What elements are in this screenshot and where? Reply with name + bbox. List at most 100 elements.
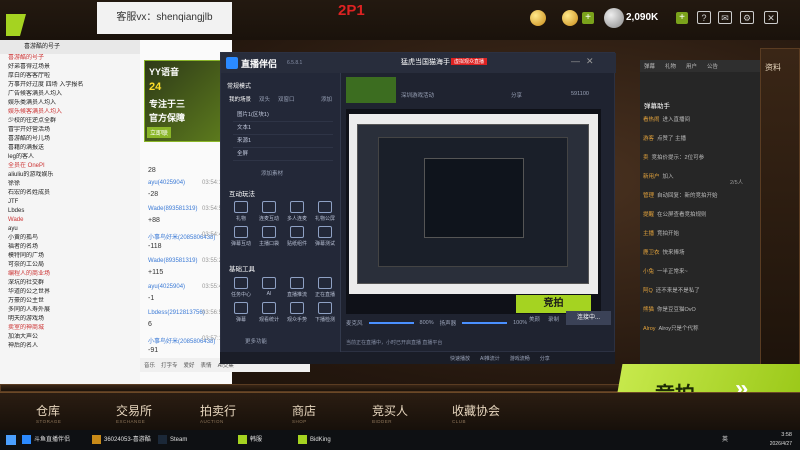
danmaku-user[interactable]: 卖 bbox=[643, 155, 649, 161]
typing-button[interactable]: 打字专 bbox=[161, 361, 178, 369]
contact-list-item[interactable]: 模特同的广场 bbox=[0, 252, 140, 261]
contact-list-item[interactable]: 徐徐 bbox=[0, 180, 140, 189]
help-icon[interactable]: ? bbox=[697, 11, 711, 24]
close-icon[interactable]: ✕ bbox=[764, 11, 778, 24]
mic-slider[interactable] bbox=[368, 322, 414, 324]
contact-list-item[interactable]: aliuliu的游戏娱乐 bbox=[0, 171, 140, 180]
danmaku-user[interactable]: 阿Q bbox=[643, 288, 653, 294]
taskbar-app[interactable]: 斗鱼直播伴侣 bbox=[22, 432, 70, 448]
danmaku-user[interactable]: 管理 bbox=[643, 193, 654, 199]
more-functions-button[interactable]: 更多功能 bbox=[245, 337, 267, 345]
contact-list-item[interactable]: 多同的人寿外展 bbox=[0, 306, 140, 315]
bottom-nav-item[interactable]: 拍卖行 AUCTION bbox=[200, 402, 260, 428]
bottom-nav-item[interactable]: 仓库 STORAGE bbox=[36, 402, 96, 428]
contact-list-item[interactable]: 华道的公之世界 bbox=[0, 288, 140, 297]
danmaku-user[interactable]: Alroy bbox=[643, 326, 656, 332]
tool-item[interactable]: 弹幕互动 bbox=[227, 226, 255, 247]
yy-button[interactable]: 立即联 bbox=[147, 127, 172, 138]
hobby-button[interactable]: 爱好 bbox=[184, 361, 195, 369]
contact-list-item[interactable]: ayu bbox=[0, 225, 140, 234]
contact-list-item[interactable]: 喜游酷的号儿场 bbox=[0, 135, 140, 144]
taskbar-app[interactable]: 韩服 bbox=[238, 432, 262, 448]
contact-list-item[interactable]: 厚白的客客厅啦 bbox=[0, 72, 140, 81]
tab-gifts[interactable]: 礼物 bbox=[665, 62, 676, 70]
danmaku-user[interactable]: 主播 bbox=[643, 231, 654, 237]
tool-item[interactable]: 任务中心 bbox=[227, 277, 255, 298]
tab-danmaku[interactable]: 弹幕 bbox=[644, 62, 655, 70]
contact-list-item[interactable]: 小黄的孤鸟 bbox=[0, 234, 140, 243]
beauty-button[interactable]: 美颜 bbox=[529, 315, 540, 323]
danmaku-user[interactable]: 熊猫 bbox=[643, 307, 654, 313]
danmaku-user[interactable]: 小兔 bbox=[643, 269, 654, 275]
add-scene-button[interactable]: 添加 bbox=[321, 95, 332, 103]
connect-button[interactable]: 连接中... bbox=[566, 311, 611, 325]
source-item[interactable]: 图片1(区块1) bbox=[233, 109, 333, 122]
tool-item[interactable]: 正在直播 bbox=[311, 277, 339, 298]
tool-item[interactable]: 观众手势 bbox=[283, 302, 311, 323]
tool-item[interactable]: 连麦互动 bbox=[255, 201, 283, 222]
status-fast-play[interactable]: 快速播放 bbox=[450, 355, 470, 362]
tab-double-window[interactable]: 双窗口 bbox=[278, 95, 295, 103]
tool-item[interactable]: 多人连麦 bbox=[283, 201, 311, 222]
record-button[interactable]: 录制 bbox=[548, 315, 559, 323]
contact-list-item[interactable]: Wade bbox=[0, 216, 140, 225]
status-ai[interactable]: AI推流计 bbox=[480, 355, 500, 362]
danmaku-user[interactable]: 鹿卫衣 bbox=[643, 250, 660, 256]
contact-list-item[interactable]: Lbdes bbox=[0, 207, 140, 216]
danmaku-user[interactable]: 游客 bbox=[643, 136, 654, 142]
source-item[interactable]: 来源1 bbox=[233, 135, 333, 148]
tab-my-scenes[interactable]: 我的场景 bbox=[229, 95, 251, 103]
contact-list-item[interactable]: 深坑的社交群 bbox=[0, 279, 140, 288]
input-language[interactable]: 英 bbox=[722, 434, 728, 443]
tool-item[interactable]: 下播检测 bbox=[311, 302, 339, 323]
bottom-nav-item[interactable]: 收藏协会 CLUB bbox=[452, 402, 512, 428]
resources-label[interactable]: 资料 bbox=[765, 62, 781, 73]
contact-list-item[interactable]: 可奈的工公局 bbox=[0, 261, 140, 270]
contact-list-item[interactable]: 编程人的商业场 bbox=[0, 270, 140, 279]
contact-list-item[interactable]: 福者的名场 bbox=[0, 243, 140, 252]
mail-icon[interactable]: ✉ bbox=[718, 11, 732, 24]
add-gold-button[interactable]: + bbox=[582, 12, 594, 24]
tab-notice[interactable]: 公告 bbox=[707, 62, 718, 70]
start-icon[interactable] bbox=[6, 435, 16, 445]
tab-users[interactable]: 用户 bbox=[686, 62, 697, 70]
share-button[interactable]: 分享 bbox=[511, 91, 522, 99]
bottom-nav-item[interactable]: 交易所 EXCHANGE bbox=[116, 402, 176, 428]
contact-list-item[interactable]: 冒宇开好营活场 bbox=[0, 126, 140, 135]
contact-list-item[interactable]: 明天的游戏场 bbox=[0, 315, 140, 324]
music-button[interactable]: 音乐 bbox=[144, 361, 155, 369]
taskbar-app[interactable]: Steam bbox=[158, 432, 187, 448]
emoji-button[interactable]: 表情 bbox=[201, 361, 212, 369]
tool-item[interactable]: 直播推流 bbox=[283, 277, 311, 298]
tool-item[interactable]: 弹幕 bbox=[227, 302, 255, 323]
source-item[interactable]: 文本1 bbox=[233, 122, 333, 135]
status-share[interactable]: 分享 bbox=[540, 355, 550, 362]
tool-item[interactable]: 贴纸组件 bbox=[283, 226, 311, 247]
status-game[interactable]: 游戏流畅 bbox=[510, 355, 530, 362]
contact-list-item[interactable]: leg的客人 bbox=[0, 153, 140, 162]
contact-list-item[interactable]: 卖室的神商城 bbox=[0, 324, 140, 333]
contact-list-item[interactable]: 加油大声公 bbox=[0, 333, 140, 342]
contact-list-item[interactable]: 万事开好过度 四场 入学报名 bbox=[0, 81, 140, 90]
contact-list-item[interactable]: 广告候客满员人均入 bbox=[0, 90, 140, 99]
contact-list-item[interactable]: 万豪的公主世 bbox=[0, 297, 140, 306]
tool-item[interactable]: 礼物公屏 bbox=[311, 201, 339, 222]
settings-icon[interactable]: ⚙ bbox=[740, 11, 754, 24]
tab-double[interactable]: 双头 bbox=[259, 95, 270, 103]
mode-select[interactable]: 常规模式 bbox=[227, 81, 251, 90]
tool-item[interactable]: 主播口袋 bbox=[255, 226, 283, 247]
danmaku-user[interactable]: 看热闹 bbox=[643, 117, 660, 123]
source-item[interactable]: 全屏 bbox=[233, 148, 333, 161]
contact-list-item[interactable]: JTF bbox=[0, 198, 140, 207]
contact-list-item[interactable]: 少校的往逆点全群 bbox=[0, 117, 140, 126]
bottom-nav-item[interactable]: 商店 SHOP bbox=[292, 402, 352, 428]
contact-list-item[interactable]: 神后的名人 bbox=[0, 342, 140, 351]
tool-item[interactable]: 礼物 bbox=[227, 201, 255, 222]
bottom-nav-item[interactable]: 竞买人 BIDDER bbox=[372, 402, 432, 428]
speaker-slider[interactable] bbox=[462, 322, 508, 324]
danmaku-user[interactable]: 新用户 bbox=[643, 174, 660, 180]
add-coins-button[interactable]: + bbox=[676, 12, 688, 24]
danmaku-user[interactable]: 提醒 bbox=[643, 212, 654, 218]
taskbar-app[interactable]: BidKing bbox=[298, 432, 331, 448]
window-minimize-icon[interactable]: — bbox=[571, 56, 580, 66]
